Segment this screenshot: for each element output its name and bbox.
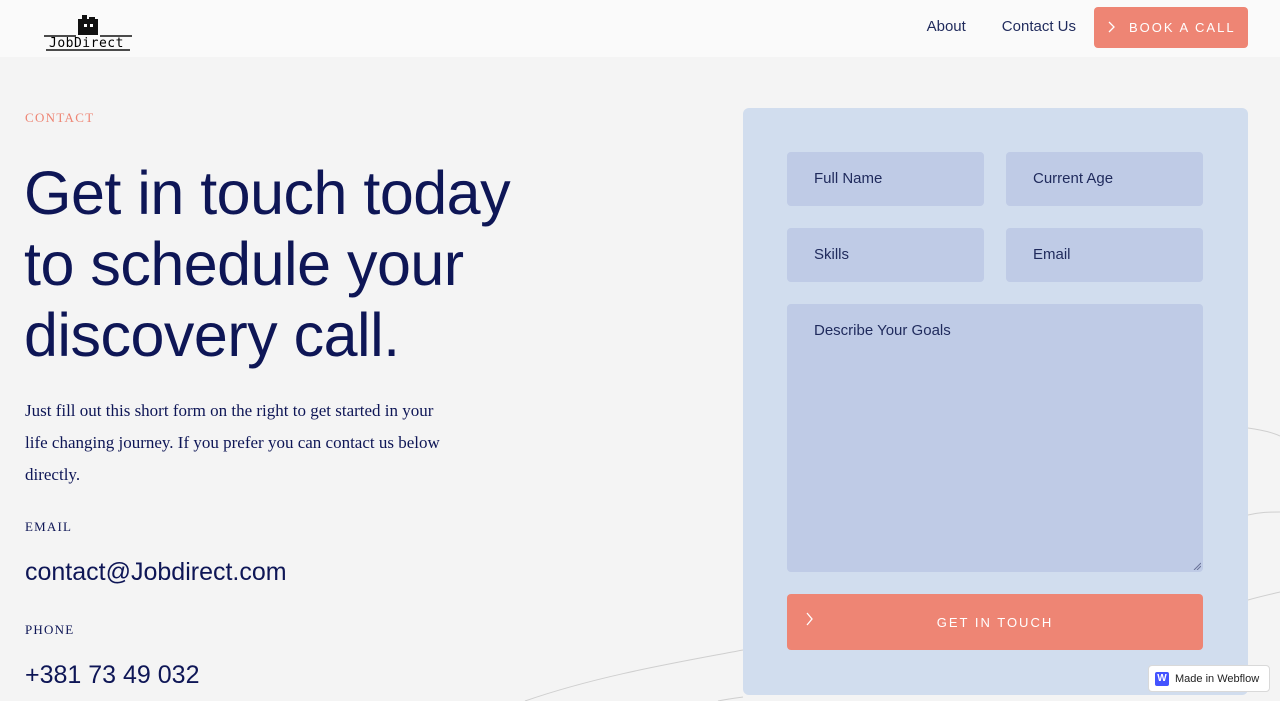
jobdirect-logo[interactable]: JobDirect [44, 14, 132, 54]
headline-line: to schedule your [24, 230, 464, 298]
contact-form: Full Name Current Age Skills Email Descr… [743, 108, 1248, 695]
headline-line: discovery call. [24, 301, 400, 369]
nav-link-about[interactable]: About [927, 18, 966, 35]
current-age-field[interactable]: Current Age [1006, 152, 1203, 206]
nav-links: About Contact Us [927, 18, 1076, 35]
headline-line: Get in touch today [24, 159, 511, 227]
full-name-field[interactable]: Full Name [787, 152, 984, 206]
intro-line: life changing journey. If you prefer you… [25, 433, 440, 452]
phone-link[interactable]: +381 73 49 032 [25, 661, 199, 690]
goals-placeholder: Describe Your Goals [814, 322, 951, 339]
made-in-webflow-badge[interactable]: W Made in Webflow [1148, 665, 1270, 692]
resize-grip-icon[interactable] [1193, 562, 1201, 570]
intro-line: Just fill out this short form on the rig… [25, 401, 434, 420]
intro-line: directly. [25, 465, 81, 484]
book-a-call-button[interactable]: BOOK A CALL [1094, 7, 1248, 48]
book-a-call-label: BOOK A CALL [1129, 20, 1236, 35]
intro-paragraph: Just fill out this short form on the rig… [25, 395, 475, 491]
page-headline: Get in touch today to schedule your disc… [24, 158, 584, 371]
logo-wordmark: JobDirect [49, 36, 124, 51]
get-in-touch-button[interactable]: GET IN TOUCH [787, 594, 1203, 650]
phone-label: PHONE [25, 622, 75, 637]
section-eyebrow: CONTACT [25, 110, 95, 125]
webflow-logo-icon: W [1155, 671, 1169, 686]
chevron-right-icon [1107, 20, 1123, 36]
email-field[interactable]: Email [1006, 228, 1203, 282]
goals-textarea[interactable]: Describe Your Goals [787, 304, 1203, 572]
email-link[interactable]: contact@Jobdirect.com [25, 558, 287, 587]
nav-link-contact-us[interactable]: Contact Us [1002, 18, 1076, 35]
skills-field[interactable]: Skills [787, 228, 984, 282]
get-in-touch-label: GET IN TOUCH [936, 614, 1054, 630]
chevron-right-icon [805, 612, 815, 630]
webflow-badge-text: Made in Webflow [1175, 672, 1260, 685]
email-label: EMAIL [25, 519, 73, 534]
top-navbar: JobDirect About Contact Us BOOK A CALL [0, 0, 1280, 57]
